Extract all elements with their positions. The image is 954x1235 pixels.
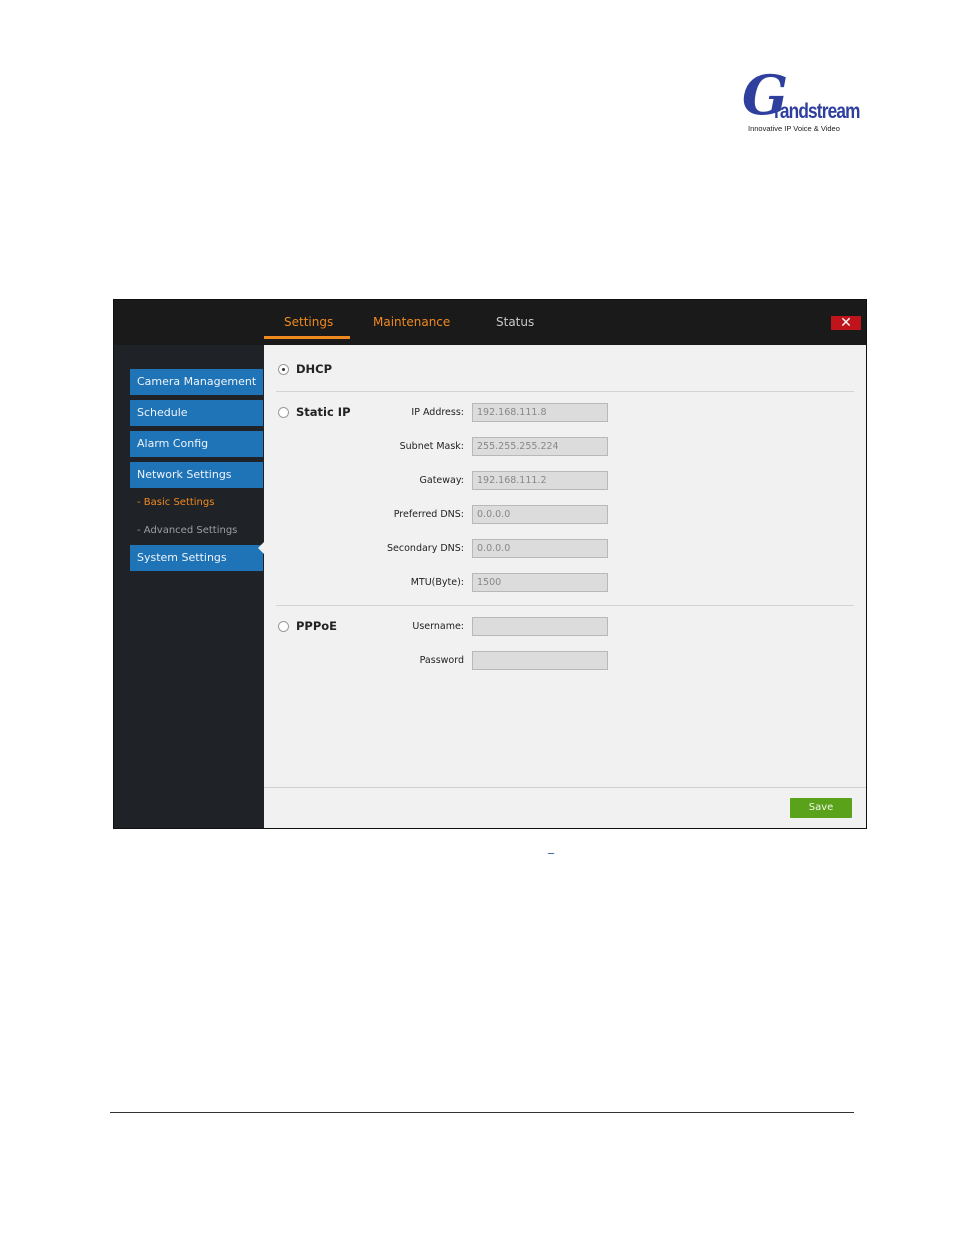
- mtu-label: MTU(Byte):: [410, 577, 464, 588]
- sidebar: Camera Management Schedule Alarm Config …: [114, 345, 264, 828]
- app-window: Settings Maintenance Status ✕ Camera Man…: [113, 299, 867, 829]
- mtu-field[interactable]: 1500: [472, 573, 608, 592]
- grandstream-logo: G randstream Innovative IP Voice & Video: [738, 68, 860, 136]
- dhcp-radio[interactable]: [278, 364, 289, 375]
- divider: [276, 605, 854, 606]
- sidebar-item-schedule[interactable]: Schedule: [130, 400, 263, 426]
- sidebar-item-alarm-config[interactable]: Alarm Config: [130, 431, 263, 457]
- active-tab-underline: [264, 336, 350, 339]
- sidebar-item-system-settings[interactable]: System Settings: [130, 545, 263, 571]
- caption-link-mark[interactable]: _: [548, 840, 554, 854]
- preferred-dns-field[interactable]: 0.0.0.0: [472, 505, 608, 524]
- tab-settings[interactable]: Settings: [284, 314, 333, 330]
- logo-tagline: Innovative IP Voice & Video: [748, 124, 840, 133]
- sidebar-subitem-basic-settings[interactable]: - Basic Settings: [137, 497, 214, 508]
- close-button[interactable]: ✕: [831, 316, 861, 330]
- static-ip-label: Static IP: [296, 405, 351, 419]
- username-field[interactable]: [472, 617, 608, 636]
- page-footer-rule: [110, 1112, 854, 1113]
- sidebar-item-camera-management[interactable]: Camera Management: [130, 369, 263, 395]
- gateway-label: Gateway:: [419, 475, 464, 486]
- preferred-dns-label: Preferred DNS:: [393, 509, 464, 520]
- sidebar-subitem-advanced-settings[interactable]: - Advanced Settings: [137, 525, 237, 536]
- gateway-field[interactable]: 192.168.111.2: [472, 471, 608, 490]
- password-field[interactable]: [472, 651, 608, 670]
- sidebar-item-network-settings[interactable]: Network Settings: [130, 462, 263, 488]
- ip-address-label: IP Address:: [411, 407, 464, 418]
- username-label: Username:: [412, 621, 464, 632]
- pppoe-label: PPPoE: [296, 619, 338, 633]
- ip-address-field[interactable]: 192.168.111.8: [472, 403, 608, 422]
- subnet-mask-field[interactable]: 255.255.255.224: [472, 437, 608, 456]
- subnet-mask-label: Subnet Mask:: [399, 441, 464, 452]
- secondary-dns-label: Secondary DNS:: [387, 543, 464, 554]
- static-ip-radio[interactable]: [278, 407, 289, 418]
- close-icon: ✕: [840, 315, 852, 331]
- network-basic-settings-panel: DHCP Static IP IP Address: 192.168.111.8…: [264, 345, 866, 828]
- tab-maintenance[interactable]: Maintenance: [373, 314, 450, 330]
- pppoe-radio[interactable]: [278, 621, 289, 632]
- top-bar: Settings Maintenance Status ✕: [114, 300, 866, 345]
- logo-wordmark: randstream: [774, 100, 860, 123]
- panel-footer-divider: [264, 787, 866, 788]
- tab-status[interactable]: Status: [496, 314, 534, 330]
- dhcp-label: DHCP: [296, 362, 333, 376]
- password-label: Password: [419, 655, 464, 666]
- divider: [276, 391, 854, 392]
- save-button[interactable]: Save: [790, 798, 852, 818]
- secondary-dns-field[interactable]: 0.0.0.0: [472, 539, 608, 558]
